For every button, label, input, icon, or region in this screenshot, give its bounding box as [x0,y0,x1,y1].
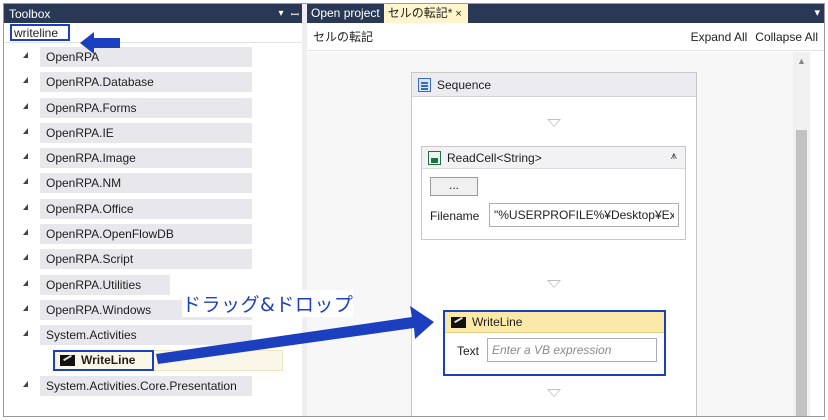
toolbox-category[interactable]: OpenRPA.NM [4,170,302,195]
toolbox-panel: Toolbox ▾ ꟷ OpenRPA OpenRPA.Database Ope… [4,4,302,416]
toolbox-category[interactable]: OpenRPA.Database [4,69,302,94]
writeline-icon [451,316,466,328]
tab-active-workflow[interactable]: セルの転記* × [383,4,468,23]
readcell-activity[interactable]: ReadCell<String> ⩚ ... Filename [421,146,686,240]
sequence-title: Sequence [437,77,492,92]
tab-label: セルの転記* [387,6,453,20]
sequence-icon [418,77,431,92]
category-label: OpenRPA.Office [40,198,252,219]
expand-triangle-icon[interactable] [23,229,28,236]
toolbox-category[interactable]: OpenRPA.Office [4,196,302,221]
workflow-designer: セルの転記 Expand All Collapse All Sequence R… [307,23,824,416]
category-label: OpenRPA.Script [40,249,252,270]
category-label: System.Activities.Core.Presentation [40,375,252,396]
category-label: OpenRPA.Image [40,148,252,169]
toolbox-item-row: WriteLine [4,348,302,373]
breadcrumb[interactable]: セルの転記 [313,28,691,45]
toolbox-header: Toolbox ▾ ꟷ [4,4,302,23]
category-label: System.Activities [40,325,252,346]
toolbox-pin-icon[interactable]: ꟷ [288,7,302,21]
expand-triangle-icon[interactable] [23,127,28,134]
expand-triangle-icon[interactable] [23,52,28,58]
category-label: OpenRPA.IE [40,122,252,143]
toolbox-category[interactable]: OpenRPA.Forms [4,95,302,120]
right-margin [810,52,824,416]
tab-menu-icon[interactable]: ▾ [814,6,820,19]
tab-open-project[interactable]: Open project [307,4,384,23]
readcell-title: ReadCell<String> [447,150,542,165]
sequence-header[interactable]: Sequence [412,73,696,97]
expand-triangle-icon[interactable] [23,178,28,185]
excel-icon [428,150,441,165]
toolbox-category[interactable]: OpenRPA.Image [4,145,302,170]
tab-label: Open project [311,6,380,20]
expand-triangle-icon[interactable] [23,380,28,387]
expand-triangle-icon[interactable] [23,102,28,109]
toolbox-item-label: WriteLine [81,353,136,368]
category-label: OpenRPA.OpenFlowDB [40,224,252,245]
toolbox-category[interactable]: System.Activities [4,322,302,347]
toolbox-dropdown-icon[interactable]: ▾ [274,8,288,19]
drop-target-arrow-icon[interactable] [547,389,561,397]
collapse-all-button[interactable]: Collapse All [755,30,818,44]
category-label: OpenRPA [40,47,252,67]
toolbox-category[interactable]: OpenRPA.Script [4,246,302,271]
annotation-arrow-left-icon [80,32,120,54]
text-label: Text [457,344,480,358]
drop-target-arrow-icon[interactable] [547,119,561,127]
designer-canvas[interactable]: Sequence ReadCell<String> ⩚ ... Filename [307,52,793,416]
writeline-header[interactable]: WriteLine [445,312,664,333]
expand-triangle-icon[interactable] [23,304,28,311]
designer-toolbar: セルの転記 Expand All Collapse All [307,23,824,51]
category-label: OpenRPA.NM [40,173,252,194]
collapse-chevron-icon[interactable]: ⩚ [671,150,677,163]
toolbox-search-input[interactable] [10,24,70,41]
expand-triangle-icon[interactable] [23,254,28,261]
toolbox-title: Toolbox [9,6,51,21]
category-label: OpenRPA.Utilities [40,274,170,295]
scroll-up-icon[interactable]: ▲ [797,56,806,66]
category-label: OpenRPA.Database [40,72,252,93]
text-expression-input[interactable] [487,338,657,362]
filename-label: Filename [430,209,480,223]
sequence-activity[interactable]: Sequence ReadCell<String> ⩚ ... Filename [411,72,697,416]
readcell-header[interactable]: ReadCell<String> ⩚ [422,147,685,169]
drop-target-arrow-icon[interactable] [547,280,561,288]
toolbox-category[interactable]: OpenRPA.IE [4,120,302,145]
drag-drop-annotation: ドラッグ&ドロップ [182,290,354,317]
expand-triangle-icon[interactable] [23,279,28,286]
toolbox-category[interactable]: System.Activities.Core.Presentation [4,373,302,398]
app-window: Toolbox ▾ ꟷ OpenRPA OpenRPA.Database Ope… [3,3,825,417]
expand-triangle-icon[interactable] [23,330,28,337]
vertical-scrollbar[interactable]: ▲ [793,52,810,416]
scrollbar-thumb[interactable] [796,130,807,416]
toolbox-category-list: OpenRPA OpenRPA.Database OpenRPA.Forms O… [4,44,302,398]
toolbox-category[interactable]: OpenRPA.OpenFlowDB [4,221,302,246]
writeline-icon [60,354,75,366]
close-icon[interactable]: × [455,8,461,20]
readcell-options-button[interactable]: ... [430,177,478,196]
expand-triangle-icon[interactable] [23,153,28,160]
toolbox-category[interactable]: OpenRPA [4,44,302,69]
writeline-title: WriteLine [472,315,523,329]
toolbox-item-writeline[interactable]: WriteLine [53,349,154,371]
writeline-activity[interactable]: WriteLine Text [443,310,666,376]
toolbox-search-bar [4,23,302,43]
expand-triangle-icon[interactable] [23,77,28,84]
filename-input[interactable] [489,203,679,227]
document-tab-bar: Open project セルの転記* × ▾ [307,4,824,23]
category-label: OpenRPA.Forms [40,97,252,118]
expand-triangle-icon[interactable] [23,203,28,210]
expand-all-button[interactable]: Expand All [691,30,748,44]
